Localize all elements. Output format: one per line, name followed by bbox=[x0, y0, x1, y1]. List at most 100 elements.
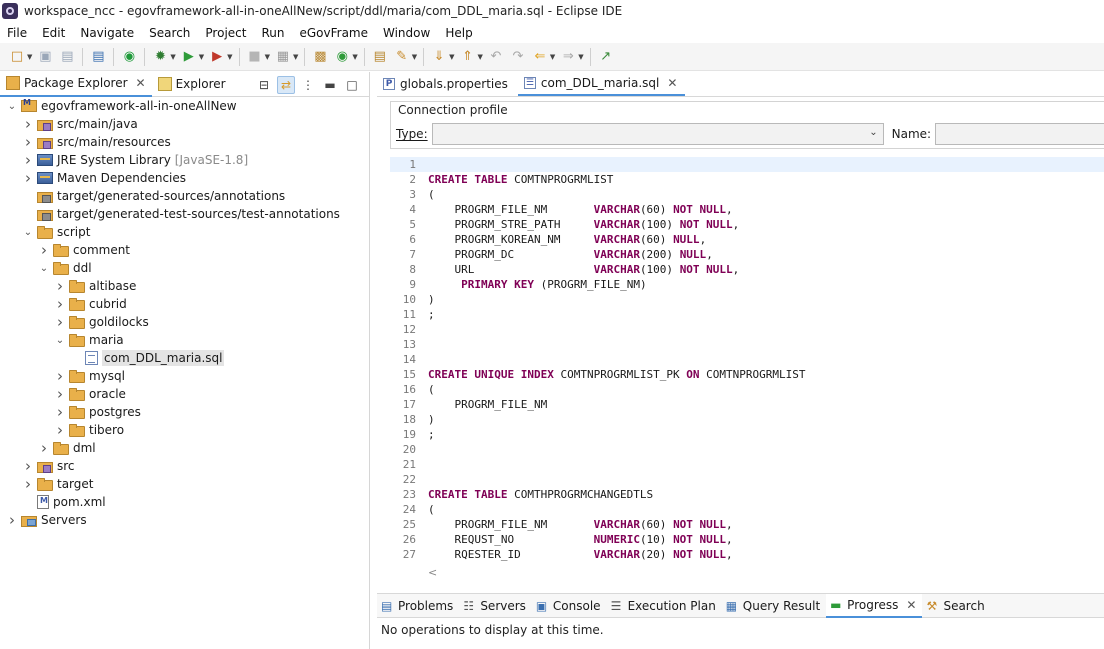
tab-console[interactable]: ▣ Console bbox=[532, 594, 607, 618]
scroll-left-icon[interactable]: < bbox=[428, 566, 437, 579]
code-line[interactable]: 3( bbox=[390, 187, 1104, 202]
tab-query-result[interactable]: ▦ Query Result bbox=[722, 594, 826, 618]
save-icon[interactable]: ▣ bbox=[37, 49, 53, 65]
chevron-right-icon[interactable]: › bbox=[22, 115, 34, 133]
tab-progress[interactable]: ▬ Progress ✕ bbox=[826, 593, 923, 618]
tree-item[interactable]: › comment bbox=[0, 241, 369, 259]
back-icon[interactable]: ⇐ bbox=[532, 49, 548, 65]
tree-item[interactable]: › oracle bbox=[0, 385, 369, 403]
menu-navigate[interactable]: Navigate bbox=[73, 26, 142, 40]
last-edit-location-icon[interactable]: ↶ bbox=[488, 49, 504, 65]
debug-icon[interactable]: ✹ bbox=[152, 49, 168, 65]
tree-item[interactable]: ⌄ maria bbox=[0, 331, 369, 349]
view-menu-icon[interactable]: ⋮ bbox=[299, 76, 317, 94]
connect-icon[interactable]: ▦ bbox=[275, 49, 291, 65]
chevron-right-icon[interactable]: › bbox=[38, 241, 50, 259]
new-java-class-icon[interactable]: ◉ bbox=[334, 49, 350, 65]
stop-icon[interactable]: ■ bbox=[247, 49, 263, 65]
terminal-icon[interactable]: ▤ bbox=[90, 49, 106, 65]
chevron-right-icon[interactable]: › bbox=[54, 367, 66, 385]
menu-file[interactable]: File bbox=[0, 26, 35, 40]
chevron-right-icon[interactable]: › bbox=[54, 313, 66, 331]
code-line[interactable]: 13 bbox=[390, 337, 1104, 352]
type-select[interactable]: ⌄ bbox=[431, 123, 884, 145]
tree-item[interactable]: › Maven Dependencies bbox=[0, 169, 369, 187]
menu-help[interactable]: Help bbox=[438, 26, 480, 40]
tree-item[interactable]: › postgres bbox=[0, 403, 369, 421]
code-line[interactable]: 20 bbox=[390, 442, 1104, 457]
tab-servers[interactable]: ☷ Servers bbox=[459, 594, 532, 618]
new-dropdown-icon[interactable]: ▼ bbox=[27, 53, 32, 61]
code-line[interactable]: 1 bbox=[390, 157, 1104, 172]
code-line[interactable]: 2 CREATE TABLE COMTNPROGRMLIST bbox=[390, 172, 1104, 187]
skip-breakpoints-icon[interactable]: ◉ bbox=[121, 49, 137, 65]
tab-explorer[interactable]: Explorer bbox=[152, 72, 232, 97]
chevron-right-icon[interactable]: › bbox=[22, 457, 34, 475]
code-line[interactable]: 16 ( bbox=[390, 382, 1104, 397]
code-line[interactable]: 12 bbox=[390, 322, 1104, 337]
tab-package-explorer[interactable]: Package Explorer ✕ bbox=[0, 71, 152, 97]
chevron-right-icon[interactable]: › bbox=[54, 295, 66, 313]
connect-dropdown-icon[interactable]: ▼ bbox=[293, 53, 298, 61]
chevron-right-icon[interactable]: › bbox=[54, 421, 66, 439]
previous-annotation-icon[interactable]: ⇑ bbox=[460, 49, 476, 65]
chevron-right-icon[interactable]: › bbox=[22, 133, 34, 151]
pin-editor-icon[interactable]: ↗ bbox=[598, 49, 614, 65]
collapse-all-icon[interactable]: ⊟ bbox=[255, 76, 273, 94]
tree-item[interactable]: › altibase bbox=[0, 277, 369, 295]
tree-item[interactable]: target/generated-sources/annotations bbox=[0, 187, 369, 205]
close-icon[interactable]: ✕ bbox=[136, 76, 146, 90]
link-with-editor-icon[interactable]: ⇄ bbox=[277, 76, 295, 94]
run-dropdown-icon[interactable]: ▼ bbox=[199, 53, 204, 61]
chevron-down-icon[interactable]: ⌄ bbox=[38, 262, 50, 274]
code-line[interactable]: 6 PROGRM_KOREAN_NM VARCHAR(60) NULL, bbox=[390, 232, 1104, 247]
close-icon[interactable]: ✕ bbox=[667, 76, 677, 90]
code-line[interactable]: 11; bbox=[390, 307, 1104, 322]
code-line[interactable]: 23 CREATE TABLE COMTHPROGRMCHANGEDTLS bbox=[390, 487, 1104, 502]
tab-com-ddl-maria-sql[interactable]: ☰ com_DDL_maria.sql ✕ bbox=[517, 71, 686, 96]
external-tools-icon[interactable]: ▶ bbox=[209, 49, 225, 65]
chevron-right-icon[interactable]: › bbox=[54, 277, 66, 295]
code-line[interactable]: 5 PROGRM_STRE_PATH VARCHAR(100) NOT NULL… bbox=[390, 217, 1104, 232]
tab-execution-plan[interactable]: ☰ Execution Plan bbox=[607, 594, 722, 618]
menu-search[interactable]: Search bbox=[142, 26, 198, 40]
code-line[interactable]: 26 REQUST_NO NUMERIC(10) NOT NULL, bbox=[390, 532, 1104, 547]
code-line[interactable]: 18) bbox=[390, 412, 1104, 427]
tree-item[interactable]: › target bbox=[0, 475, 369, 493]
open-type-icon[interactable]: ▤ bbox=[372, 49, 388, 65]
tree-item[interactable]: › Servers bbox=[0, 511, 369, 529]
new-icon[interactable]: □ bbox=[9, 49, 25, 65]
new-class-dropdown-icon[interactable]: ▼ bbox=[352, 53, 357, 61]
external-tools-dropdown-icon[interactable]: ▼ bbox=[227, 53, 232, 61]
tree-item[interactable]: › src/main/java bbox=[0, 115, 369, 133]
code-line[interactable]: 4 PROGRM_FILE_NM VARCHAR(60) NOT NULL, bbox=[390, 202, 1104, 217]
code-line[interactable]: 25 PROGRM_FILE_NM VARCHAR(60) NOT NULL, bbox=[390, 517, 1104, 532]
menu-egovframe[interactable]: eGovFrame bbox=[292, 26, 376, 40]
tree-item[interactable]: ⌄ script bbox=[0, 223, 369, 241]
code-line[interactable]: 24 ( bbox=[390, 502, 1104, 517]
tree-item[interactable]: › mysql bbox=[0, 367, 369, 385]
forward-icon[interactable]: ⇒ bbox=[560, 49, 576, 65]
menu-edit[interactable]: Edit bbox=[35, 26, 73, 40]
code-line[interactable]: 8 URL VARCHAR(100) NOT NULL, bbox=[390, 262, 1104, 277]
chevron-down-icon[interactable]: ⌄ bbox=[22, 226, 34, 238]
menu-project[interactable]: Project bbox=[198, 26, 254, 40]
tree-item[interactable]: pom.xml bbox=[0, 493, 369, 511]
chevron-right-icon[interactable]: › bbox=[22, 151, 34, 169]
chevron-down-icon[interactable]: ⌄ bbox=[6, 100, 18, 112]
code-line[interactable]: 10) bbox=[390, 292, 1104, 307]
chevron-right-icon[interactable]: › bbox=[54, 385, 66, 403]
tree-item[interactable]: › cubrid bbox=[0, 295, 369, 313]
forward-dropdown-icon[interactable]: ▼ bbox=[578, 53, 583, 61]
tree-item[interactable]: › src bbox=[0, 457, 369, 475]
tree-item[interactable]: › goldilocks bbox=[0, 313, 369, 331]
tree-item[interactable]: com_DDL_maria.sql bbox=[0, 349, 369, 367]
code-line[interactable]: 9 PRIMARY KEY (PROGRM_FILE_NM) bbox=[390, 277, 1104, 292]
horizontal-scrollbar[interactable]: < bbox=[424, 566, 1104, 582]
code-line[interactable]: 19; bbox=[390, 427, 1104, 442]
tree-item[interactable]: › dml bbox=[0, 439, 369, 457]
chevron-right-icon[interactable]: › bbox=[6, 511, 18, 529]
stop-dropdown-icon[interactable]: ▼ bbox=[265, 53, 270, 61]
code-line[interactable]: 15 CREATE UNIQUE INDEX COMTNPROGRMLIST_PK… bbox=[390, 367, 1104, 382]
menu-run[interactable]: Run bbox=[254, 26, 292, 40]
